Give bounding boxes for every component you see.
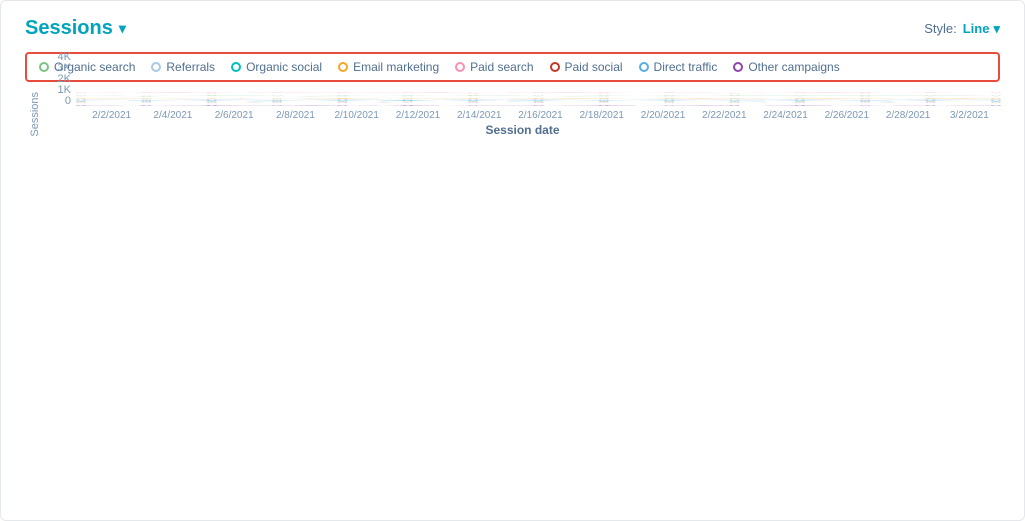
x-label: 2/18/2021 [571,110,632,121]
y-axis-label: Sessions [25,92,45,137]
x-label: 2/24/2021 [755,110,816,121]
legend-label-email-marketing: Email marketing [353,60,439,74]
style-label: Style: [924,21,957,36]
chart-title-area: Sessions ▾ [25,17,126,40]
chart-inner: 01K2K3K4K [45,92,1000,137]
x-axis-title: Session date [45,123,1000,137]
x-axis: 2/2/20212/4/20212/6/20212/8/20212/10/202… [81,110,1000,121]
legend-label-paid-search: Paid search [470,60,533,74]
y-tick: 1K [45,85,75,96]
x-label: 2/12/2021 [387,110,448,121]
legend-dot-paid-search [455,62,465,72]
chart-area: Sessions 01K2K3K4K [25,92,1000,137]
legend-item-email-marketing[interactable]: Email marketing [338,60,439,74]
y-axis-ticks: 01K2K3K4K [45,92,75,107]
chart-title: Sessions [25,17,113,40]
x-label: 2/4/2021 [142,110,203,121]
chart-svg [81,92,1000,107]
x-label: 2/2/2021 [81,110,142,121]
x-label: 2/8/2021 [265,110,326,121]
legend-label-direct-traffic: Direct traffic [654,60,718,74]
x-label: 2/28/2021 [877,110,938,121]
x-label: 2/14/2021 [449,110,510,121]
legend-dot-referrals [151,62,161,72]
legend-item-other-campaigns[interactable]: Other campaigns [733,60,839,74]
x-label: 2/10/2021 [326,110,387,121]
legend-item-referrals[interactable]: Referrals [151,60,215,74]
y-tick: 0 [45,96,75,107]
style-control: Style: Line ▾ [924,21,1000,37]
chart-header: Sessions ▾ Style: Line ▾ [25,17,1000,40]
x-label: 2/6/2021 [204,110,265,121]
style-dropdown[interactable]: Line ▾ [963,21,1000,37]
style-dropdown-icon: ▾ [993,21,1000,37]
legend-dot-other-campaigns [733,62,743,72]
legend-dot-direct-traffic [639,62,649,72]
legend-item-organic-social[interactable]: Organic social [231,60,322,74]
x-label: 2/26/2021 [816,110,877,121]
title-dropdown-icon[interactable]: ▾ [119,20,126,37]
legend-dot-paid-social [550,62,560,72]
legend-box: Organic searchReferralsOrganic socialEma… [25,52,1000,82]
legend-dot-email-marketing [338,62,348,72]
legend-label-referrals: Referrals [166,60,215,74]
legend-label-other-campaigns: Other campaigns [748,60,839,74]
legend-label-paid-social: Paid social [565,60,623,74]
legend-item-paid-social[interactable]: Paid social [550,60,623,74]
x-label: 2/16/2021 [510,110,571,121]
legend-item-paid-search[interactable]: Paid search [455,60,533,74]
legend-item-direct-traffic[interactable]: Direct traffic [639,60,718,74]
x-label: 2/20/2021 [632,110,693,121]
svg-area [81,92,1000,107]
style-value: Line [963,21,990,36]
y-tick: 4K [45,52,75,63]
x-label: 3/2/2021 [939,110,1000,121]
main-container: Sessions ▾ Style: Line ▾ Organic searchR… [0,0,1025,521]
y-tick: 3K [45,63,75,74]
legend-label-organic-social: Organic social [246,60,322,74]
y-tick: 2K [45,74,75,85]
legend-dot-organic-social [231,62,241,72]
x-label: 2/22/2021 [694,110,755,121]
